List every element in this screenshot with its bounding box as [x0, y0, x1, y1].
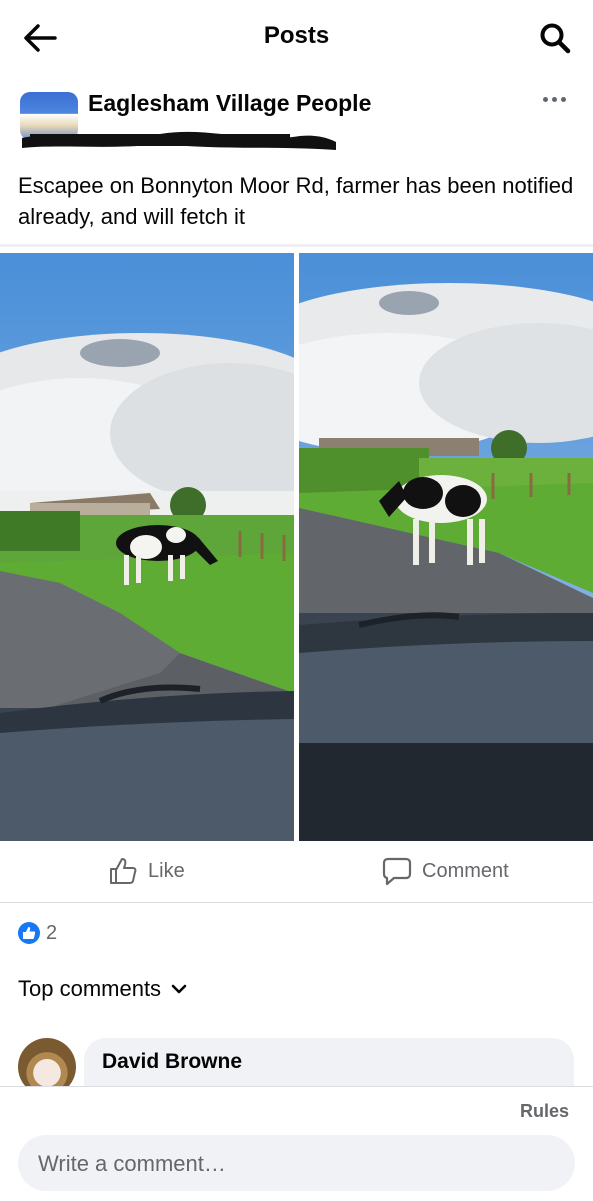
search-button[interactable] [535, 18, 575, 58]
comment-item: David Browne [18, 1038, 578, 1086]
photo-right[interactable] [299, 253, 593, 841]
post-text: Escapee on Bonnyton Moor Rd, farmer has … [18, 173, 574, 229]
reaction-count: 2 [46, 921, 58, 944]
comment-footer: Rules [0, 1086, 593, 1201]
search-icon [540, 23, 571, 54]
post-header: Eaglesham Village People [0, 78, 593, 163]
comment-composer[interactable] [18, 1135, 575, 1193]
comment-button[interactable]: Comment [382, 856, 509, 886]
comment-sort-dropdown[interactable]: Top comments [18, 976, 187, 1002]
like-label: Like [148, 859, 185, 882]
page-title: Posts [263, 22, 330, 49]
more-icon [542, 96, 548, 102]
comment-input[interactable] [36, 1135, 560, 1193]
comment-sort-label: Top comments [18, 976, 162, 1001]
like-button[interactable]: Like [108, 856, 185, 886]
avatar[interactable] [18, 1038, 76, 1086]
like-icon [110, 858, 137, 884]
reaction-summary[interactable]: 2 [18, 920, 57, 946]
group-name[interactable]: Eaglesham Village People [88, 90, 371, 117]
top-bar: Posts [0, 0, 593, 78]
photo-left[interactable] [0, 253, 294, 841]
more-options-button[interactable] [539, 88, 569, 110]
comment-icon [382, 857, 412, 886]
post-photos [0, 244, 593, 841]
post-actions: Like Comment [0, 840, 593, 903]
rules-link[interactable]: Rules [520, 1101, 569, 1122]
comment-author[interactable]: David Browne [102, 1050, 242, 1074]
like-reaction-icon [18, 922, 40, 944]
chevron-down-icon [171, 984, 187, 994]
comment-label: Comment [422, 859, 509, 882]
redaction-scribble [22, 131, 336, 150]
